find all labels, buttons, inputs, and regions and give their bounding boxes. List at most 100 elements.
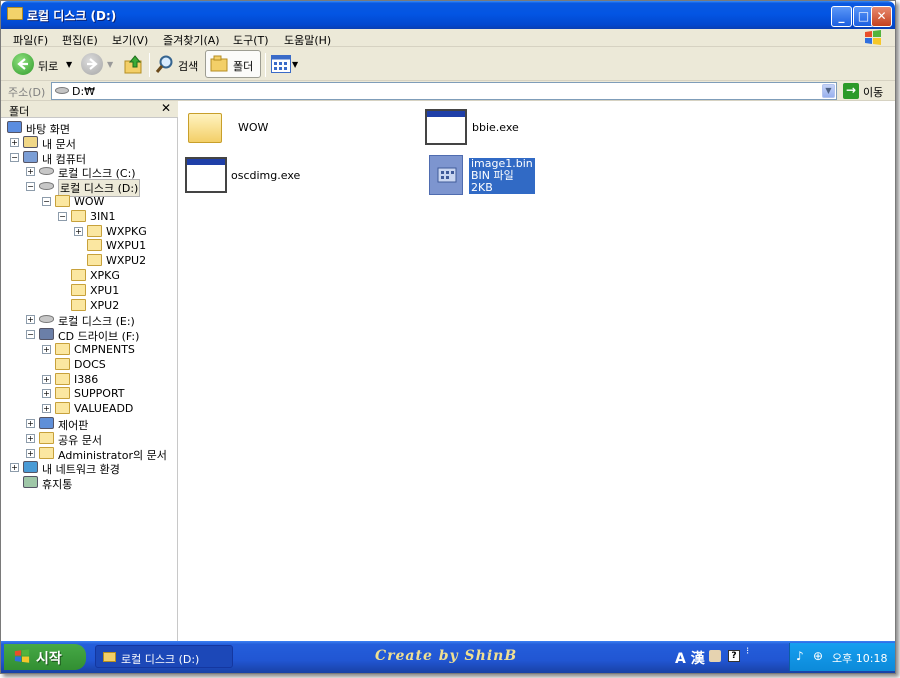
taskbar-window-button[interactable]: 로컬 디스크 (D:) xyxy=(95,645,233,668)
collapse-icon[interactable]: − xyxy=(58,211,67,221)
title-bar[interactable]: 로컬 디스크 (D:) _ □ ✕ xyxy=(1,1,895,29)
toolbar-separator xyxy=(149,53,150,77)
expand-icon[interactable]: + xyxy=(10,463,19,473)
back-dropdown-icon[interactable]: ▼ xyxy=(66,60,72,69)
expand-icon[interactable]: + xyxy=(42,374,51,384)
file-item-image1[interactable]: image1.bin BIN 파일 2KB xyxy=(429,154,629,200)
tree-item-label: 3IN1 xyxy=(90,209,116,223)
views-dropdown-icon[interactable]: ▼ xyxy=(292,60,298,69)
tree-item[interactable]: − CD 드라이브 (F:) xyxy=(1,327,178,343)
tree-item[interactable]: XPKG xyxy=(1,268,178,283)
collapse-icon[interactable]: − xyxy=(26,330,35,340)
windows-logo-icon xyxy=(865,30,881,45)
expand-icon[interactable]: + xyxy=(26,448,35,458)
folder-icon xyxy=(71,298,86,311)
tree-item[interactable]: − 내 컴퓨터 xyxy=(1,150,178,166)
tree-item[interactable]: + 공유 문서 xyxy=(1,431,178,447)
file-item-bbie[interactable]: bbie.exe xyxy=(425,109,645,149)
tree-item[interactable]: 휴지통 xyxy=(1,475,178,491)
folder-icon xyxy=(103,652,116,662)
address-dropdown-icon[interactable]: ▼ xyxy=(822,84,835,98)
back-button[interactable]: 뒤로 xyxy=(38,58,58,74)
expand-icon[interactable]: + xyxy=(42,404,51,414)
folder-pane-close-button[interactable]: ✕ xyxy=(161,101,171,115)
minimize-button[interactable]: _ xyxy=(831,6,852,27)
help-icon[interactable]: ? xyxy=(728,650,740,662)
go-arrow-icon[interactable]: → xyxy=(843,83,859,99)
menu-bar: 파일(F) 편집(E) 보기(V) 즐겨찾기(A) 도구(T) 도움말(H) xyxy=(1,29,895,47)
tree-item[interactable]: − 로컬 디스크 (D:) xyxy=(1,179,178,198)
control-panel-icon xyxy=(39,417,54,429)
tree-item-label: CMPNENTS xyxy=(74,343,135,356)
collapse-icon[interactable]: − xyxy=(26,182,35,192)
file-size: 2KB xyxy=(469,182,535,194)
drive-icon xyxy=(39,167,54,176)
forward-arrow-icon[interactable] xyxy=(81,53,103,75)
tree-item[interactable]: + 로컬 디스크 (C:) xyxy=(1,164,178,180)
tree-item[interactable]: XPU2 xyxy=(1,298,178,313)
tree-item-label: WOW xyxy=(74,195,105,208)
tree-item-label: SUPPORT xyxy=(74,387,125,401)
drive-icon xyxy=(55,87,69,94)
address-bar: 주소(D) D:₩ ▼ → 이동 xyxy=(1,81,895,101)
expand-icon[interactable]: + xyxy=(42,389,51,399)
tree-item[interactable]: + 내 문서 xyxy=(1,135,178,151)
expand-icon[interactable]: + xyxy=(26,167,35,177)
volume-icon[interactable]: ♪ xyxy=(796,649,804,663)
taskbar-window-label: 로컬 디스크 (D:) xyxy=(121,653,200,666)
back-arrow-icon[interactable] xyxy=(12,53,34,75)
file-name: bbie.exe xyxy=(472,121,519,134)
folder-icon xyxy=(55,357,70,370)
expand-icon[interactable]: + xyxy=(26,315,35,325)
clock[interactable]: 오후 10:18 xyxy=(832,650,887,666)
file-item-wow[interactable]: WOW xyxy=(188,109,408,149)
tree-item[interactable]: + CMPNENTS xyxy=(1,342,178,357)
expand-icon[interactable]: + xyxy=(26,419,35,428)
expand-icon[interactable]: + xyxy=(10,137,19,147)
tree-item[interactable]: − 3IN1 xyxy=(1,209,178,224)
search-icon[interactable] xyxy=(155,54,175,74)
tree-item[interactable]: + SUPPORT xyxy=(1,386,178,401)
expand-icon[interactable]: + xyxy=(42,345,51,354)
search-button[interactable]: 검색 xyxy=(178,58,198,74)
ime-options-icon[interactable]: ⁝ xyxy=(746,646,749,657)
tree-item[interactable]: + 로컬 디스크 (E:) xyxy=(1,312,178,328)
up-folder-icon[interactable] xyxy=(123,53,145,75)
tree-item[interactable]: XPU1 xyxy=(1,283,178,298)
forward-dropdown-icon[interactable]: ▼ xyxy=(107,60,113,69)
close-button[interactable]: ✕ xyxy=(871,6,892,27)
tree-item[interactable]: + 내 네트워크 환경 xyxy=(1,460,178,476)
collapse-icon[interactable]: − xyxy=(42,197,51,206)
expand-icon[interactable]: + xyxy=(26,433,35,443)
folder-icon xyxy=(55,372,70,385)
tree-item[interactable]: + 제어판 xyxy=(1,416,178,432)
ime-pad-icon[interactable] xyxy=(709,650,721,662)
tree-item[interactable]: + WXPKG xyxy=(1,224,178,239)
network-status-icon[interactable]: ⊕ xyxy=(813,649,823,663)
tree-item[interactable]: WXPU1 xyxy=(1,238,178,253)
tree-item[interactable]: DOCS xyxy=(1,357,178,372)
folders-button[interactable]: 폴더 xyxy=(205,50,261,78)
file-item-oscdimg[interactable]: oscdimg.exe xyxy=(185,157,405,197)
bin-file-icon xyxy=(429,155,463,195)
tree-item[interactable]: + VALUEADD xyxy=(1,401,178,416)
collapse-icon[interactable]: − xyxy=(10,152,19,162)
language-bar[interactable]: A 漢 xyxy=(675,648,705,668)
folder-icon xyxy=(39,431,54,444)
tree-item[interactable]: + Administrator의 문서 xyxy=(1,446,178,462)
tree-item[interactable]: 바탕 화면 xyxy=(1,120,178,136)
windows-logo-icon xyxy=(14,649,30,663)
views-icon[interactable] xyxy=(271,55,291,73)
address-field[interactable]: D:₩ ▼ xyxy=(51,82,837,100)
desktop-icon xyxy=(7,121,22,133)
tree-item[interactable]: − WOW xyxy=(1,194,178,209)
go-button[interactable]: 이동 xyxy=(863,84,883,100)
tree-item[interactable]: WXPU2 xyxy=(1,253,178,268)
file-name: WOW xyxy=(238,121,269,134)
tree-item[interactable]: + I386 xyxy=(1,372,178,387)
application-icon xyxy=(425,109,467,145)
expand-icon[interactable]: + xyxy=(74,226,83,236)
address-label: 주소(D) xyxy=(8,86,46,99)
start-button[interactable]: 시작 xyxy=(4,644,86,670)
documents-icon xyxy=(23,135,38,148)
